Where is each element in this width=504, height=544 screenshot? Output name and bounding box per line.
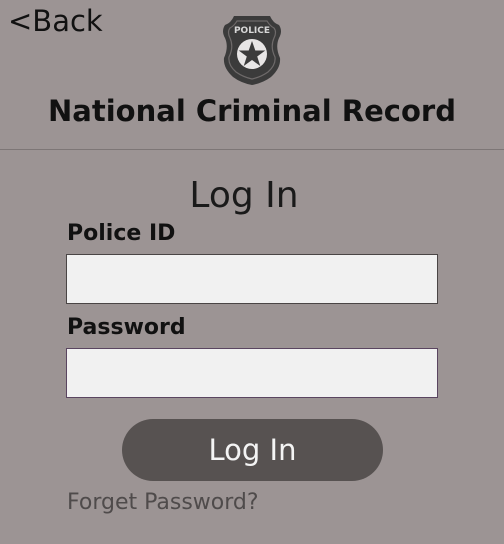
police-id-label: Police ID (67, 221, 176, 246)
svg-text:POLICE: POLICE (234, 26, 270, 36)
police-id-input[interactable] (66, 254, 438, 304)
login-button[interactable]: Log In (122, 419, 383, 481)
password-input[interactable] (66, 348, 438, 398)
forgot-password-link[interactable]: Forget Password? (67, 488, 259, 518)
police-badge-icon: POLICE (223, 16, 281, 85)
back-button[interactable]: <Back (8, 4, 103, 38)
header-divider (0, 149, 504, 150)
app-title: National Criminal Record (48, 94, 456, 128)
form-title: Log In (189, 175, 299, 216)
password-label: Password (67, 315, 186, 340)
